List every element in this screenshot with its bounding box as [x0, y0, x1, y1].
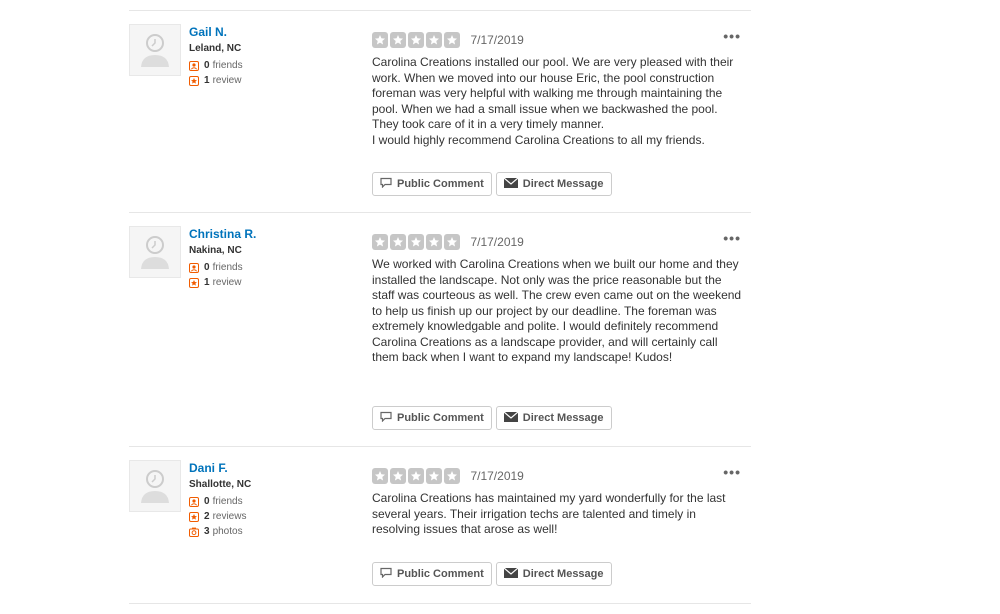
star-icon — [372, 467, 388, 484]
review-actions: Public Comment Direct Message — [372, 406, 612, 430]
review-content: 7/17/2019 We worked with Carolina Creati… — [372, 233, 742, 366]
review-star-icon — [189, 75, 199, 86]
star-icon — [408, 467, 424, 484]
review-item: Christina R. Nakina, NC 0 friends 1 review… — [129, 213, 751, 447]
friends-count: 0 friends — [189, 260, 256, 275]
friends-count: 0 friends — [189, 494, 251, 509]
avatar[interactable] — [129, 460, 181, 512]
star-icon — [444, 31, 460, 48]
user-location: Nakina, NC — [189, 245, 242, 256]
envelope-icon — [503, 567, 519, 581]
review-actions: Public Comment Direct Message — [372, 562, 612, 586]
review-count: 2 reviews — [189, 509, 251, 524]
review-date: 7/17/2019 — [470, 468, 524, 483]
user-info: Christina R. Nakina, NC 0 friends 1 review — [189, 227, 256, 290]
user-location: Leland, NC — [189, 43, 242, 54]
star-icon — [372, 233, 388, 250]
speech-bubble-icon — [380, 567, 392, 581]
envelope-icon — [503, 177, 519, 191]
star-icon — [372, 31, 388, 48]
friends-icon — [189, 262, 199, 273]
star-icon — [426, 233, 442, 250]
star-icon — [426, 31, 442, 48]
friends-icon — [189, 496, 199, 507]
more-options-icon[interactable]: ••• — [723, 29, 741, 43]
envelope-icon — [503, 411, 519, 425]
star-rating — [372, 233, 462, 250]
user-info: Dani F. Shallotte, NC 0 friends 2 reviews … — [189, 461, 251, 539]
review-count: 1 review — [189, 275, 256, 290]
direct-message-button[interactable]: Direct Message — [495, 406, 612, 430]
camera-icon — [189, 527, 199, 537]
review-text: Carolina Creations has maintained my yar… — [372, 491, 726, 536]
user-name[interactable]: Gail N. — [189, 25, 243, 39]
star-icon — [444, 233, 460, 250]
public-comment-button[interactable]: Public Comment — [372, 562, 492, 586]
friends-icon — [189, 60, 199, 71]
avatar[interactable] — [129, 24, 181, 76]
star-rating — [372, 467, 462, 484]
review-count: 1 review — [189, 73, 243, 88]
review-text: We worked with Carolina Creations when w… — [372, 257, 742, 364]
star-icon — [390, 233, 406, 250]
star-rating — [372, 31, 462, 48]
review-content: 7/17/2019 Carolina Creations has maintai… — [372, 467, 742, 538]
review-date: 7/17/2019 — [470, 234, 524, 249]
review-item: Dani F. Shallotte, NC 0 friends 2 reviews … — [129, 447, 751, 604]
photo-count: 3 photos — [189, 524, 251, 539]
default-avatar-icon — [141, 470, 169, 503]
direct-message-button[interactable]: Direct Message — [495, 172, 612, 196]
review-date: 7/17/2019 — [470, 32, 524, 47]
public-comment-button[interactable]: Public Comment — [372, 172, 492, 196]
star-icon — [408, 31, 424, 48]
review-star-icon — [189, 277, 199, 288]
review-content: 7/17/2019 Carolina Creations installed o… — [372, 31, 742, 148]
review-item: Gail N. Leland, NC 0 friends 1 review 7/17… — [129, 11, 751, 213]
star-icon — [390, 467, 406, 484]
user-name[interactable]: Christina R. — [189, 227, 256, 241]
user-info: Gail N. Leland, NC 0 friends 1 review — [189, 25, 243, 88]
review-text: Carolina Creations installed our pool. W… — [372, 55, 734, 147]
review-star-icon — [189, 511, 199, 522]
public-comment-button[interactable]: Public Comment — [372, 406, 492, 430]
star-icon — [444, 467, 460, 484]
speech-bubble-icon — [380, 177, 392, 191]
avatar[interactable] — [129, 226, 181, 278]
default-avatar-icon — [141, 236, 169, 269]
user-name[interactable]: Dani F. — [189, 461, 251, 475]
default-avatar-icon — [141, 34, 169, 67]
star-icon — [426, 467, 442, 484]
more-options-icon[interactable]: ••• — [723, 465, 741, 479]
star-icon — [390, 31, 406, 48]
user-location: Shallotte, NC — [189, 479, 252, 490]
review-actions: Public Comment Direct Message — [372, 172, 612, 196]
direct-message-button[interactable]: Direct Message — [495, 562, 612, 586]
speech-bubble-icon — [380, 411, 392, 425]
more-options-icon[interactable]: ••• — [723, 231, 741, 245]
star-icon — [408, 233, 424, 250]
friends-count: 0 friends — [189, 58, 243, 73]
